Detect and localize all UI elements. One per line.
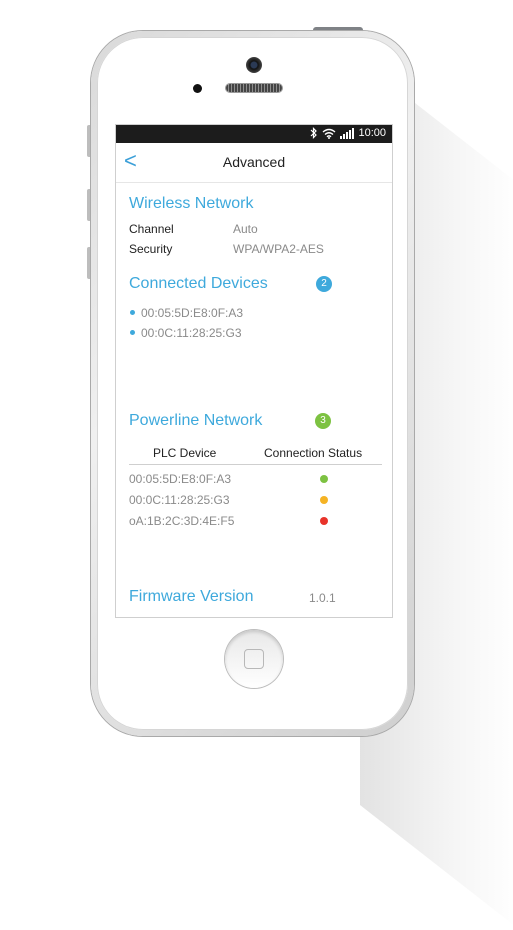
security-label: Security: [129, 242, 173, 256]
plc-device-mac: 00:0C:11:28:25:G3: [129, 493, 230, 507]
nav-bar: < Advanced: [116, 143, 392, 183]
channel-value: Auto: [233, 222, 258, 236]
status-time: 10:00: [358, 127, 386, 139]
signal-icon: [340, 127, 355, 139]
wireless-network-title: Wireless Network: [129, 195, 254, 212]
powerline-network-title: Powerline Network: [129, 412, 263, 429]
page-title: Advanced: [222, 154, 286, 170]
bullet-icon: [130, 330, 135, 335]
status-bar: 10:00: [116, 125, 392, 143]
security-value: WPA/WPA2-AES: [233, 242, 324, 256]
status-icons: 10:00: [310, 127, 386, 139]
channel-label: Channel: [129, 222, 174, 236]
column-header-connection-status: Connection Status: [264, 446, 363, 460]
plc-device-mac: oA:1B:2C:3D:4E:F5: [129, 514, 235, 528]
connected-count-badge: 2: [316, 276, 332, 292]
status-dot-icon: [320, 496, 328, 504]
bullet-icon: [130, 310, 135, 315]
list-item: 00:0C:11:28:25:G3: [130, 326, 242, 340]
home-button-icon[interactable]: [225, 630, 283, 688]
device-mac: 00:05:5D:E8:0F:A3: [141, 306, 244, 320]
connected-devices-title: Connected Devices: [129, 275, 268, 292]
column-header-plc-device: PLC Device: [153, 446, 217, 460]
earpiece-speaker: [226, 84, 282, 92]
wifi-icon: [323, 128, 336, 139]
status-dot-icon: [320, 475, 328, 483]
proximity-sensor: [193, 84, 202, 93]
list-item: 00:05:5D:E8:0F:A3: [130, 306, 243, 320]
table-divider: [129, 464, 382, 465]
app-screen: 10:00 < Advanced Wireless Network Channe…: [116, 125, 392, 617]
plc-device-mac: 00:05:5D:E8:0F:A3: [129, 472, 232, 486]
home-square: [244, 649, 264, 669]
camera-icon: [246, 57, 262, 73]
firmware-version-title: Firmware Version: [129, 588, 254, 605]
device-mac: 00:0C:11:28:25:G3: [141, 326, 242, 340]
status-dot-icon: [320, 517, 328, 525]
firmware-version-value: 1.0.1: [309, 591, 336, 605]
powerline-count-badge: 3: [315, 413, 331, 429]
bluetooth-icon: [311, 127, 318, 139]
